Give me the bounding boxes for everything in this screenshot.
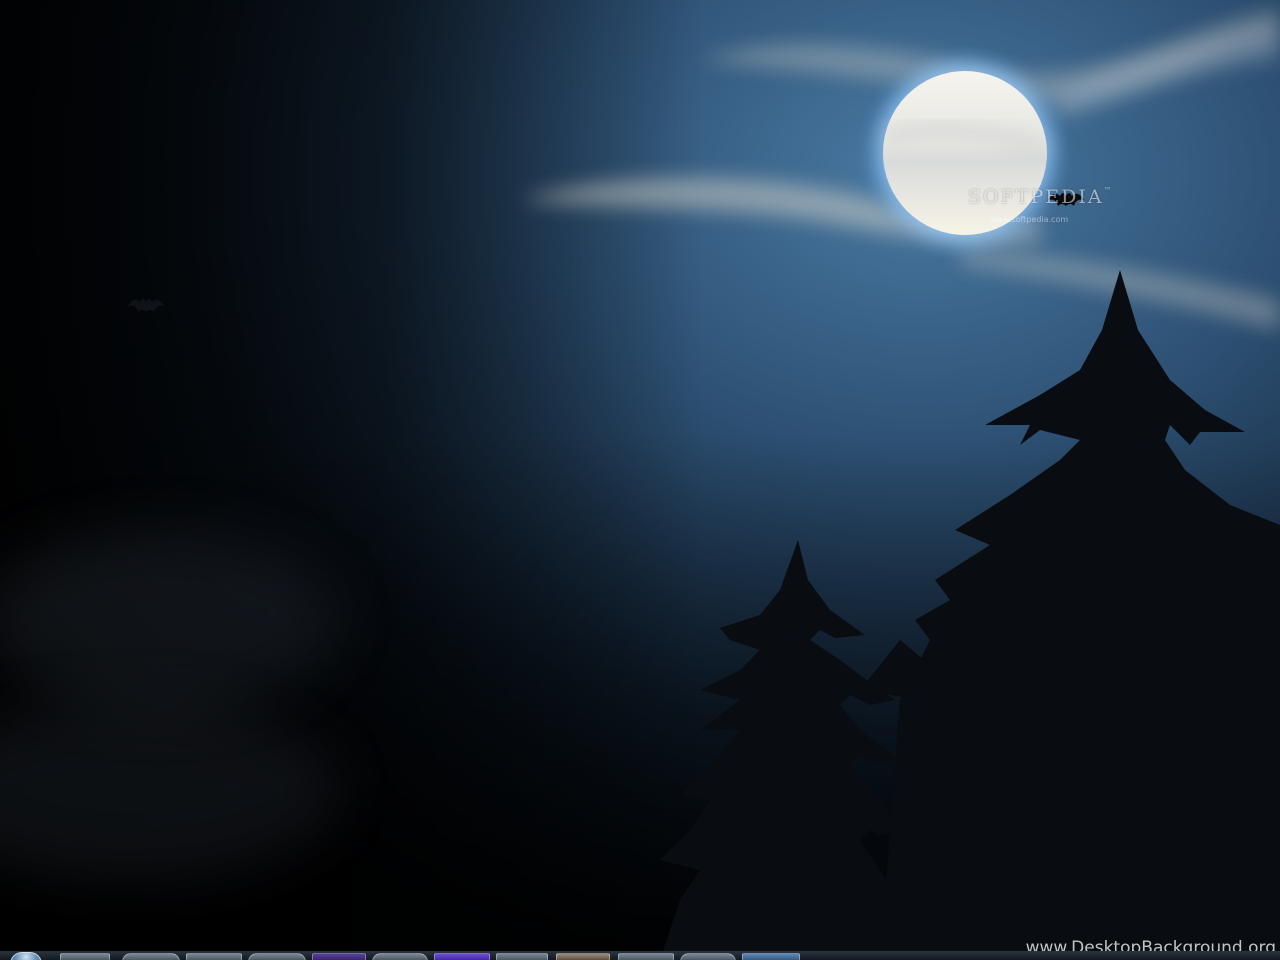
wallpaper bbox=[0, 0, 1280, 960]
taskbar-item-browser[interactable] bbox=[122, 953, 180, 960]
taskbar bbox=[0, 951, 1280, 960]
moon bbox=[855, 43, 1075, 263]
taskbar-item-user[interactable] bbox=[556, 953, 610, 960]
taskbar-item-window[interactable] bbox=[496, 953, 548, 960]
softpedia-url: www.softpedia.com bbox=[990, 215, 1069, 224]
taskbar-item-monitor[interactable] bbox=[742, 953, 800, 960]
taskbar-item-folder[interactable] bbox=[60, 953, 110, 960]
start-orb-icon[interactable] bbox=[10, 952, 42, 960]
taskbar-item-document[interactable] bbox=[186, 953, 242, 960]
desktop: SOFTPEDIA™ www.softpedia.com www.Desktop… bbox=[0, 0, 1280, 960]
softpedia-mark: SOFTPEDIA bbox=[968, 186, 1104, 208]
softpedia-watermark: SOFTPEDIA™ bbox=[968, 186, 1114, 208]
taskbar-item-globe[interactable] bbox=[248, 953, 306, 960]
taskbar-item-image[interactable] bbox=[434, 953, 490, 960]
taskbar-item-media[interactable] bbox=[312, 953, 366, 960]
taskbar-item-app[interactable] bbox=[618, 953, 674, 960]
trademark: ™ bbox=[1103, 186, 1114, 195]
taskbar-item-network[interactable] bbox=[372, 953, 428, 960]
taskbar-item-search[interactable] bbox=[680, 953, 736, 960]
